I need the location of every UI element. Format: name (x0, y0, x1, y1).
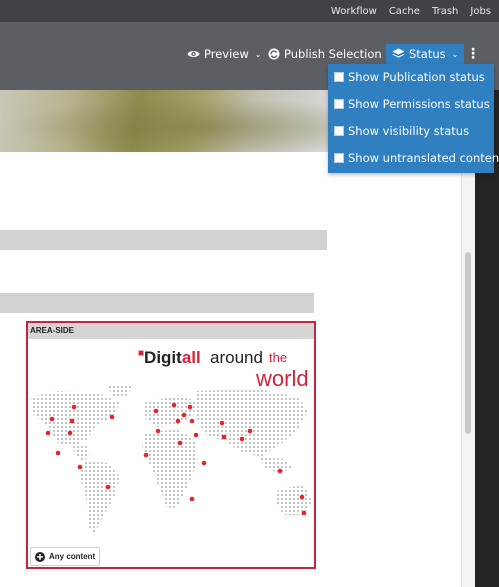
plus-circle-icon (35, 551, 45, 562)
preview-button[interactable]: Preview ⌄ (187, 45, 261, 63)
nav-workflow[interactable]: Workflow (331, 6, 377, 17)
kebab-menu-icon: ⋮ (466, 46, 480, 62)
publish-label: Publish Selection (284, 47, 382, 61)
menu-item-label: Show visibility status (348, 124, 470, 138)
section-bar (0, 293, 314, 313)
checkbox[interactable] (334, 99, 344, 109)
menu-item-permissions-status[interactable]: Show Permissions status (334, 95, 490, 113)
status-dropdown-menu: Show Publication status Show Permissions… (328, 64, 499, 173)
more-options-button[interactable]: ⋮ (466, 45, 480, 63)
menu-item-untranslated-contents[interactable]: Show untranslated contents (334, 149, 499, 167)
publish-icon (268, 48, 280, 60)
status-label: Status (409, 47, 446, 61)
nav-cache[interactable]: Cache (389, 6, 420, 17)
section-bar (0, 230, 327, 250)
menu-item-publication-status[interactable]: Show Publication status (334, 68, 485, 86)
any-content-label: Any content (49, 552, 96, 561)
preview-label: Preview (204, 47, 249, 61)
status-button[interactable]: Status ⌄ (386, 44, 465, 64)
world-map-image (30, 385, 312, 535)
nav-jobs[interactable]: Jobs (470, 6, 491, 17)
area-side[interactable]: AREA-SIDE ■Digitall around the world Any… (26, 321, 316, 569)
area-label: AREA-SIDE (28, 323, 314, 339)
publish-selection-button[interactable]: Publish Selection ⌄ (268, 45, 394, 63)
checkbox[interactable] (334, 126, 344, 136)
scrollbar-thumb[interactable] (465, 252, 471, 434)
menu-item-label: Show untranslated contents (348, 151, 499, 165)
logo-part1: Digit (144, 348, 182, 367)
chevron-down-icon: ⌄ (254, 49, 262, 59)
nav-trash[interactable]: Trash (432, 6, 458, 17)
top-bar: Workflow Cache Trash Jobs (0, 0, 499, 22)
checkbox[interactable] (334, 72, 344, 82)
logo-the: the (269, 350, 288, 365)
checkbox[interactable] (334, 153, 344, 163)
add-any-content-button[interactable]: Any content (30, 547, 101, 566)
menu-item-visibility-status[interactable]: Show visibility status (334, 122, 469, 140)
menu-item-label: Show Permissions status (348, 97, 490, 111)
logo-part2: all (181, 348, 201, 367)
menu-item-label: Show Publication status (348, 70, 485, 84)
layers-icon (392, 48, 405, 58)
digitall-logo: ■Digitall around the world (138, 348, 309, 391)
chevron-down-icon: ⌄ (451, 49, 459, 59)
eye-icon (187, 51, 200, 57)
logo-around: around (210, 348, 263, 367)
top-nav: Workflow Cache Trash Jobs (331, 0, 491, 22)
